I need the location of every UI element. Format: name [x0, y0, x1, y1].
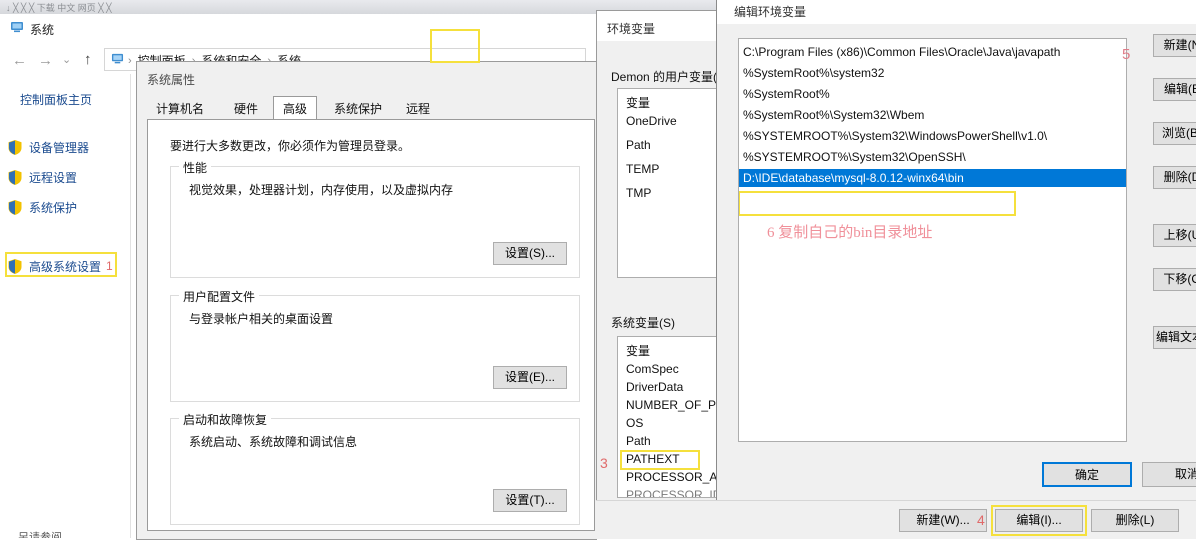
path-entry[interactable]: %SystemRoot%	[743, 85, 830, 103]
sidebar-divider	[130, 74, 131, 538]
sidebar-item-label: 系统保护	[29, 200, 78, 215]
edit-env-title: 编辑环境变量	[734, 5, 807, 19]
path-entry[interactable]: C:\Program Files (x86)\Common Files\Orac…	[743, 43, 1060, 61]
list-item[interactable]: TEMP	[626, 162, 659, 176]
path-entry-selected[interactable]: D:\IDE\database\mysql-8.0.12-winx64\bin	[739, 169, 1126, 187]
performance-group-desc: 视觉效果，处理器计划，内存使用，以及虚拟内存	[189, 183, 454, 197]
environment-variables-title: 环境变量	[607, 22, 656, 36]
forward-icon[interactable]: →	[38, 52, 53, 69]
sidebar-item-label: 高级系统设置	[29, 259, 102, 274]
selected-path-highlight	[739, 191, 1016, 216]
new-button[interactable]: 新建(N	[1153, 34, 1196, 57]
control-panel-title: 系统	[30, 23, 55, 37]
performance-group: 性能 视觉效果，处理器计划，内存使用，以及虚拟内存 设置(S)...	[170, 159, 580, 278]
path-entry[interactable]: %SYSTEMROOT%\System32\WindowsPowerShell\…	[743, 127, 1047, 145]
list-item-path[interactable]: Path	[626, 434, 651, 448]
system-var-new-button[interactable]: 新建(W)...	[899, 509, 987, 532]
tab-remote[interactable]: 远程	[397, 99, 439, 120]
list-item[interactable]: OneDrive	[626, 114, 677, 128]
user-profile-group-desc: 与登录帐户相关的桌面设置	[189, 312, 334, 326]
list-item[interactable]: Path	[626, 138, 651, 152]
user-profile-group: 用户配置文件 与登录帐户相关的桌面设置 设置(E)...	[170, 288, 580, 402]
shield-icon	[8, 199, 22, 215]
tab-computer-name[interactable]: 计算机名	[147, 99, 213, 120]
startup-recovery-group: 启动和故障恢复 系统启动、系统故障和调试信息 设置(T)...	[170, 411, 580, 525]
system-properties-dialog: 系统属性 计算机名 硬件 高级 系统保护 远程 要进行大多数更改，你必须作为管理…	[136, 61, 597, 540]
annotation-copy-bin-path: 6 复制自己的bin目录地址	[767, 225, 933, 241]
user-profile-group-title: 用户配置文件	[179, 288, 260, 305]
tab-hardware[interactable]: 硬件	[225, 99, 267, 120]
list-item[interactable]: OS	[626, 416, 643, 430]
path-entry[interactable]: %SystemRoot%\System32\Wbem	[743, 106, 924, 124]
system-variables-label: 系统变量(S)	[611, 316, 675, 330]
list-item[interactable]: TMP	[626, 186, 651, 200]
path-entry[interactable]: %SYSTEMROOT%\System32\OpenSSH\	[743, 148, 966, 166]
sidebar-item-home[interactable]: 控制面板主页	[20, 91, 92, 108]
performance-group-title: 性能	[179, 159, 212, 176]
system-variables-column-header: 变量	[626, 344, 651, 358]
sidebar-item-label: 设备管理器	[29, 140, 90, 155]
system-icon	[11, 22, 23, 33]
breadcrumb-separator-0: ›	[128, 54, 132, 67]
shield-icon	[8, 139, 22, 155]
breadcrumb-system-icon	[111, 53, 124, 64]
sidebar-item-device-manager[interactable]: 设备管理器	[8, 136, 89, 158]
browse-button[interactable]: 浏览(B)	[1153, 122, 1196, 145]
edit-button[interactable]: 编辑(E	[1153, 78, 1196, 101]
startup-recovery-group-title: 启动和故障恢复	[179, 411, 272, 428]
environment-variables-bottom-bar: 新建(W)... 4 编辑(I)... 删除(L)	[596, 500, 1196, 539]
environment-variables-dialog: 环境变量 Demon 的用户变量(U 变量 OneDrive Path TEMP…	[596, 10, 721, 532]
up-icon[interactable]: ↑	[84, 51, 92, 68]
system-variables-list[interactable]: 变量 ComSpec DriverData NUMBER_OF_PRO OS P…	[617, 336, 721, 498]
step-number-5: 5	[1122, 46, 1131, 63]
sidebar-item-remote-settings[interactable]: 远程设置	[8, 166, 77, 188]
step-number-4: 4	[977, 512, 985, 528]
list-item[interactable]: ComSpec	[626, 362, 679, 376]
sidebar-item-label: 远程设置	[29, 170, 78, 185]
step-number-1: 1	[106, 259, 113, 273]
sidebar-item-system-protection[interactable]: 系统保护	[8, 196, 77, 218]
user-variables-list[interactable]: 变量 OneDrive Path TEMP TMP	[617, 88, 721, 278]
list-item[interactable]: NUMBER_OF_PRO	[626, 398, 721, 412]
tab-advanced[interactable]: 高级	[273, 96, 318, 121]
sidebar-item-advanced-system-settings[interactable]: 高级系统设置 1	[8, 255, 113, 277]
edit-text-button[interactable]: 编辑文本(	[1153, 326, 1196, 349]
system-properties-tabs: 计算机名 硬件 高级 系统保护 远程	[147, 96, 595, 121]
history-dropdown-icon[interactable]: ⌄	[62, 53, 71, 66]
control-panel-sidebar: 控制面板主页 设备管理器 远程设置 系统保护 高级系统设置 1 另请参阅	[0, 74, 130, 538]
see-also-label: 另请参阅	[18, 532, 62, 538]
browser-ghost-text: ↓ ╳ ╳ ╳ 下载 中文 网页 ╳ ╳	[6, 3, 112, 13]
new-button-highlight	[430, 29, 480, 63]
path-entries-list[interactable]: C:\Program Files (x86)\Common Files\Orac…	[738, 38, 1127, 442]
user-variables-column-header: 变量	[626, 96, 651, 110]
list-item[interactable]: DriverData	[626, 380, 683, 394]
system-properties-title: 系统属性	[147, 73, 196, 87]
move-down-button[interactable]: 下移(O	[1153, 268, 1196, 291]
list-item[interactable]: PROCESSOR_IDEN	[626, 488, 721, 497]
user-variables-label: Demon 的用户变量(U	[611, 70, 721, 84]
system-properties-panel: 要进行大多数更改，你必须作为管理员登录。 性能 视觉效果，处理器计划，内存使用，…	[147, 119, 595, 531]
system-var-edit-button[interactable]: 编辑(I)...	[995, 509, 1083, 532]
delete-button[interactable]: 删除(D	[1153, 166, 1196, 189]
step-number-3: 3	[600, 455, 608, 471]
shield-icon	[8, 169, 22, 185]
admin-note: 要进行大多数更改，你必须作为管理员登录。	[170, 139, 411, 153]
performance-settings-button[interactable]: 设置(S)...	[493, 242, 567, 265]
ok-button[interactable]: 确定	[1042, 462, 1132, 487]
edit-environment-variable-dialog: 编辑环境变量 C:\Program Files (x86)\Common Fil…	[716, 0, 1196, 538]
startup-recovery-group-desc: 系统启动、系统故障和调试信息	[189, 435, 358, 449]
cancel-button[interactable]: 取消	[1142, 462, 1196, 487]
user-profile-settings-button[interactable]: 设置(E)...	[493, 366, 567, 389]
shield-icon	[8, 258, 22, 274]
system-var-delete-button[interactable]: 删除(L)	[1091, 509, 1179, 532]
control-panel-titlebar: 系统	[0, 14, 596, 40]
back-icon[interactable]: ←	[12, 52, 27, 69]
tab-system-protection[interactable]: 系统保护	[325, 99, 391, 120]
list-item[interactable]: PROCESSOR_ARC	[626, 470, 721, 484]
path-entry[interactable]: %SystemRoot%\system32	[743, 64, 884, 82]
system-path-highlight	[620, 450, 700, 470]
move-up-button[interactable]: 上移(U	[1153, 224, 1196, 247]
startup-recovery-settings-button[interactable]: 设置(T)...	[493, 489, 567, 512]
